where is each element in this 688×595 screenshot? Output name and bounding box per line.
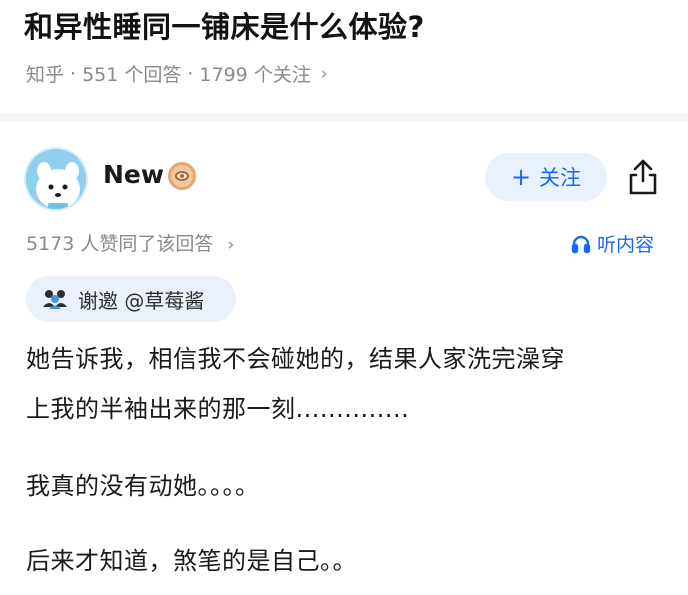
invite-label: 谢邀 @草莓酱: [78, 288, 205, 313]
chevron-right-icon: ›: [320, 63, 328, 84]
meta-separator: ·: [187, 62, 194, 85]
upvote-text: 5173 人赞同了该回答: [26, 233, 214, 255]
follow-label: 关注: [539, 166, 582, 190]
follower-count: 1799 个关注: [199, 64, 311, 86]
answer-paragraph: 后来才知道，煞笔的是自己。。: [26, 547, 357, 575]
answer-paragraph: 她告诉我，相信我不会碰她的，结果人家洗完澡穿 上我的半袖出来的那一刻......…: [26, 334, 565, 434]
avatar[interactable]: [24, 147, 88, 211]
people-icon: [43, 290, 67, 309]
chevron-right-icon: ›: [227, 235, 235, 255]
invite-chip[interactable]: 谢邀 @草莓酱: [26, 276, 236, 322]
listen-button[interactable]: 听内容: [571, 230, 654, 257]
follow-button[interactable]: + 关注: [485, 153, 607, 201]
answer-count: 551 个回答: [82, 64, 182, 86]
listen-label: 听内容: [597, 234, 655, 256]
upvote-count[interactable]: 5173 人赞同了该回答 ›: [26, 229, 234, 256]
answer-paragraph: 我真的没有动她。。。。: [26, 472, 260, 500]
share-icon[interactable]: [626, 158, 660, 196]
cartoon-avatar-icon: [26, 149, 86, 209]
site-name: 知乎: [26, 64, 65, 86]
eye-badge-icon: [168, 162, 196, 190]
meta-separator: ·: [70, 62, 77, 85]
answer-line: 她告诉我，相信我不会碰她的，结果人家洗完澡穿: [26, 345, 565, 373]
headphones-icon: [571, 235, 591, 253]
answer-line: 上我的半袖出来的那一刻..............: [26, 395, 410, 423]
question-title[interactable]: 和异性睡同一铺床是什么体验?: [24, 4, 425, 46]
question-meta[interactable]: 知乎 · 551 个回答 · 1799 个关注 ›: [26, 60, 328, 87]
author-name[interactable]: New: [103, 160, 164, 189]
section-divider: [0, 114, 688, 122]
plus-icon: +: [510, 163, 532, 191]
